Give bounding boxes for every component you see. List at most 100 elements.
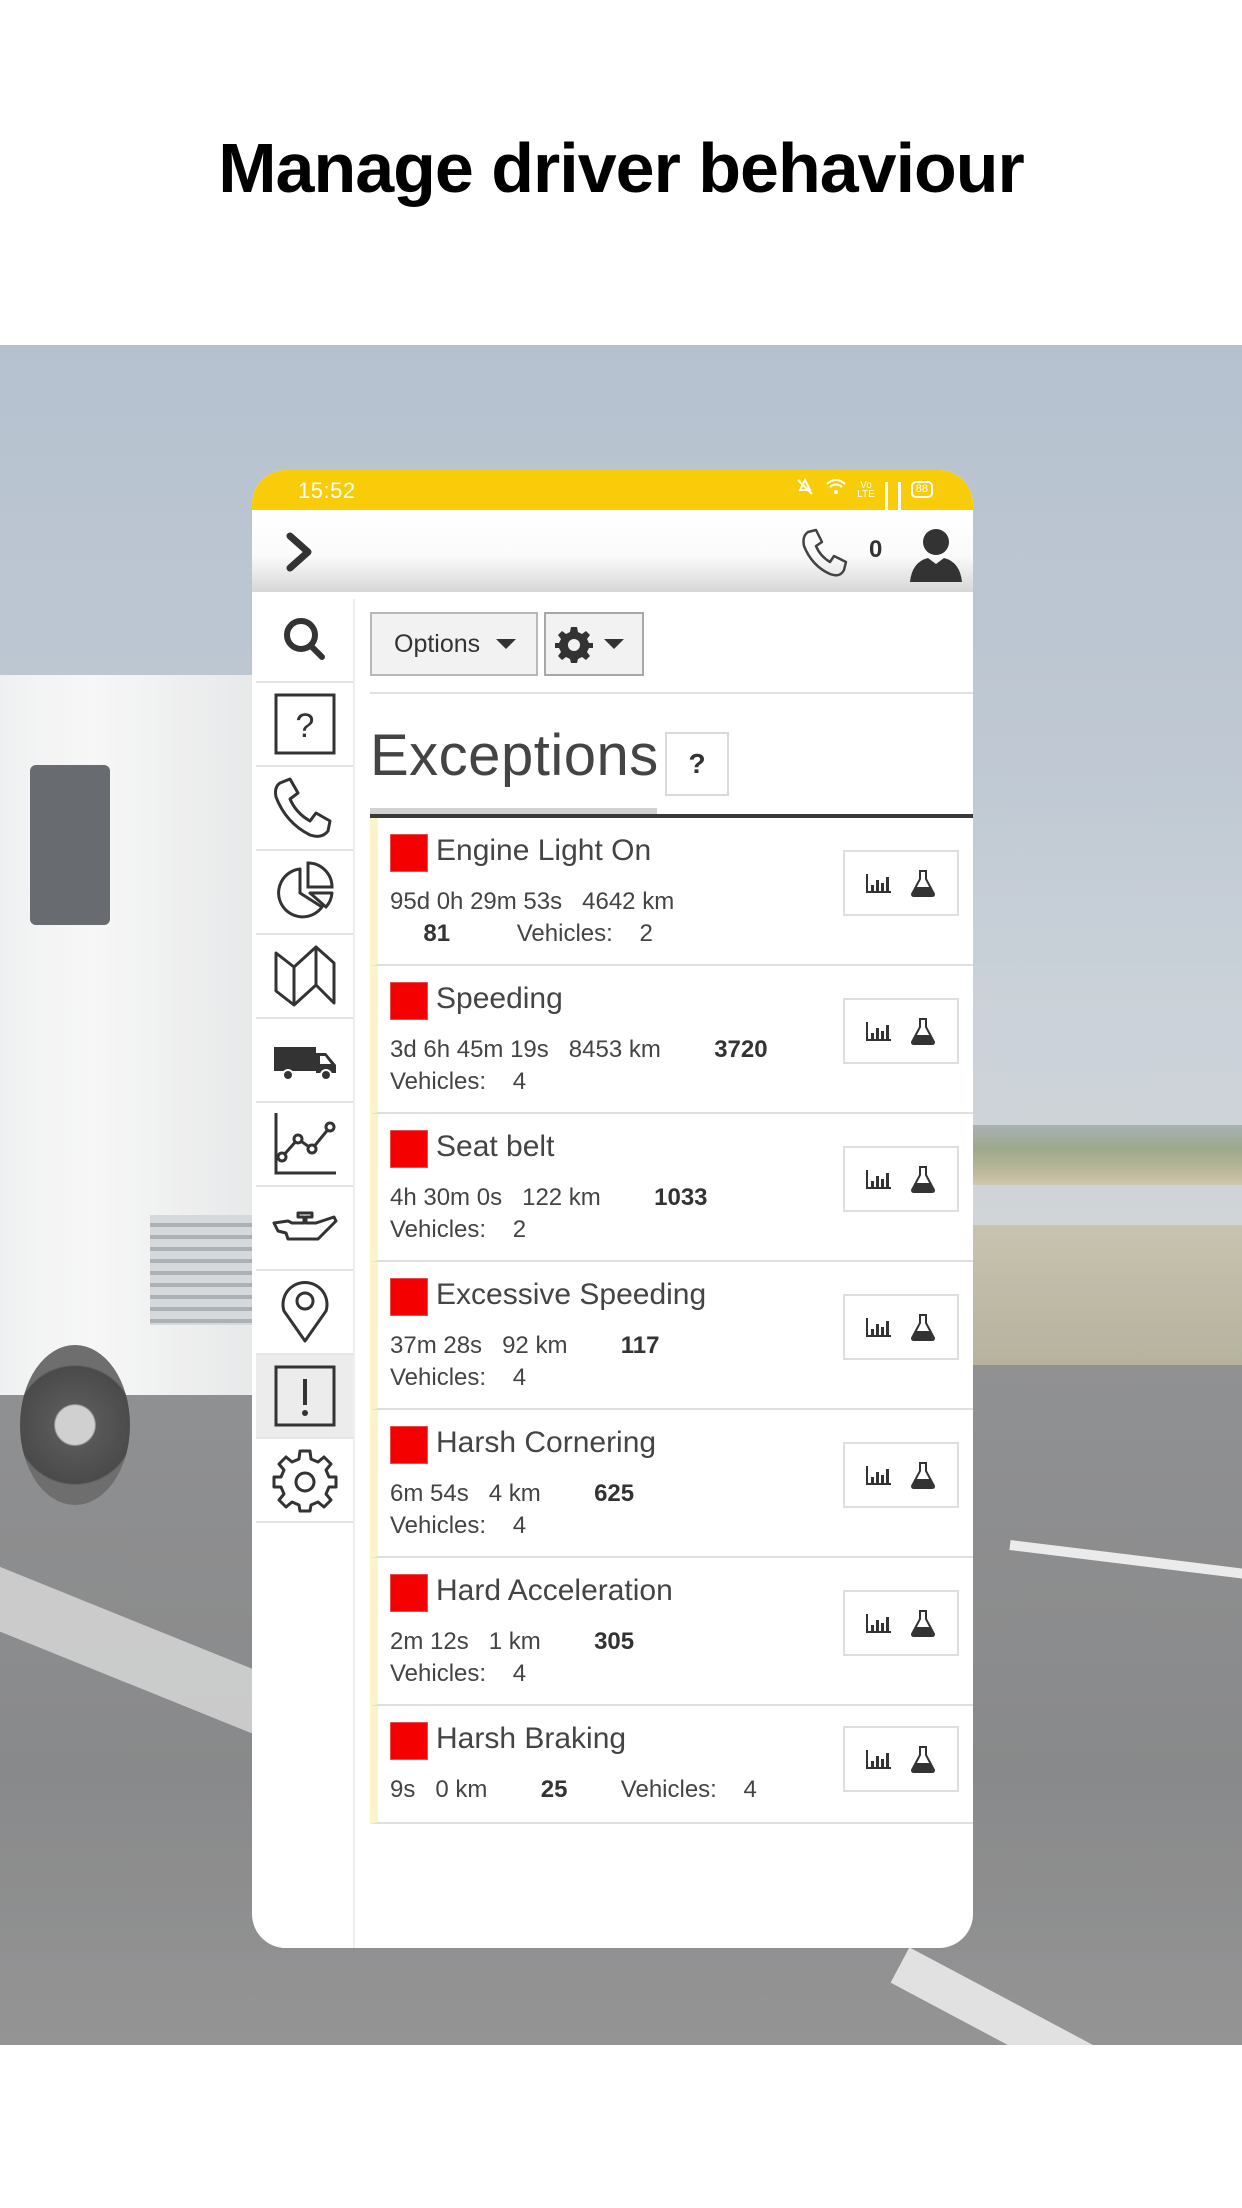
vehicles-count: 4 [512, 1068, 527, 1095]
bar-chart-icon[interactable] [864, 1460, 894, 1490]
exception-distance: 4642 km [582, 888, 675, 915]
exception-distance: 1 km [488, 1628, 541, 1655]
exception-actions [843, 1590, 959, 1656]
bar-chart-icon[interactable] [864, 1164, 894, 1194]
exception-distance: 4 km [488, 1480, 541, 1507]
oil-can-icon [272, 1211, 337, 1241]
headline: Manage driver behaviour [218, 129, 1025, 207]
exception-actions [843, 1726, 959, 1792]
exception-row[interactable]: Excessive Speeding 37m 28s 92 km 117 Veh… [370, 1262, 973, 1410]
phone-screen: 15:52 Vo LTE 88 0 ? Options Exceptions ?… [252, 470, 973, 1948]
exception-duration: 4h 30m 0s [390, 1184, 503, 1211]
flask-icon[interactable] [908, 1164, 938, 1194]
vehicles-count: 4 [512, 1512, 527, 1539]
exception-duration: 3d 6h 45m 19s [390, 1036, 549, 1063]
exception-row[interactable]: Harsh Braking 9s 0 km 25 Vehicles: 4 [370, 1706, 973, 1824]
exception-row[interactable]: Seat belt 4h 30m 0s 122 km 1033 Vehicles… [370, 1114, 973, 1262]
help-icon: ? [274, 693, 335, 755]
help-button[interactable]: ? [665, 732, 729, 796]
exceptions-list: Engine Light On 95d 0h 29m 53s 4642 km 8… [370, 818, 973, 1824]
exception-row[interactable]: Speeding 3d 6h 45m 19s 8453 km 3720 Vehi… [370, 966, 973, 1114]
exception-row[interactable]: Engine Light On 95d 0h 29m 53s 4642 km 8… [370, 818, 973, 966]
exception-color-swatch [390, 982, 428, 1020]
exception-duration: 2m 12s [390, 1628, 469, 1655]
chevron-right-icon[interactable] [280, 530, 320, 574]
exception-name: Speeding [436, 982, 563, 1015]
exception-row[interactable]: Harsh Cornering 6m 54s 4 km 625 Vehicles… [370, 1410, 973, 1558]
divider [370, 692, 973, 694]
exception-actions [843, 1442, 959, 1508]
exception-duration: 95d 0h 29m 53s [390, 888, 563, 915]
exception-actions [843, 998, 959, 1064]
flask-icon[interactable] [908, 1608, 938, 1638]
map-icon [274, 945, 335, 1007]
wifi-icon [825, 478, 847, 501]
sidebar-item-phone[interactable] [256, 767, 353, 851]
sidebar-item-exceptions[interactable] [256, 1355, 353, 1439]
pie-chart-icon [276, 861, 334, 919]
exception-name: Excessive Speeding [436, 1278, 707, 1311]
settings-icon [272, 1449, 337, 1513]
exception-name: Engine Light On [436, 834, 652, 867]
exception-count: 305 [594, 1628, 635, 1655]
bar-chart-icon[interactable] [864, 1608, 894, 1638]
call-count: 0 [869, 536, 883, 563]
page-title: Exceptions [370, 723, 659, 788]
app-bar: 0 [252, 510, 973, 592]
sidebar-item-places[interactable] [256, 1271, 353, 1355]
sidebar-item-help[interactable]: ? [256, 683, 353, 767]
vehicles-label: Vehicles: [390, 1216, 487, 1243]
flask-icon[interactable] [908, 868, 938, 898]
settings-dropdown-button[interactable] [544, 612, 644, 676]
vehicles-count: 4 [512, 1660, 527, 1687]
sidebar-item-maintenance[interactable] [256, 1187, 353, 1271]
bar-chart-icon[interactable] [864, 1016, 894, 1046]
exception-color-swatch [390, 1278, 428, 1316]
bar-chart-icon[interactable] [864, 1744, 894, 1774]
toolbar: Options [370, 612, 644, 676]
sidebar-item-vehicles[interactable] [256, 1019, 353, 1103]
vehicles-label: Vehicles: [390, 1068, 487, 1095]
exception-duration: 37m 28s [390, 1332, 483, 1359]
exception-distance: 122 km [522, 1184, 601, 1211]
flask-icon[interactable] [908, 1460, 938, 1490]
exception-actions [843, 850, 959, 916]
vehicles-label: Vehicles: [620, 1776, 717, 1803]
options-label: Options [394, 629, 481, 658]
truck-icon [273, 1047, 336, 1081]
vehicles-label: Vehicles: [390, 1660, 487, 1687]
flask-icon[interactable] [908, 1744, 938, 1774]
status-time: 15:52 [298, 478, 356, 503]
sidebar: ? [256, 599, 355, 1948]
phone-icon[interactable] [796, 526, 852, 582]
exception-name: Harsh Braking [436, 1722, 627, 1755]
flask-icon[interactable] [908, 1312, 938, 1342]
location-pin-icon [281, 1280, 328, 1343]
exception-count: 25 [540, 1776, 568, 1803]
exception-actions [843, 1294, 959, 1360]
exception-actions [843, 1146, 959, 1212]
exception-color-swatch [390, 834, 428, 872]
exception-name: Seat belt [436, 1130, 555, 1163]
exceptions-icon [274, 1365, 335, 1427]
sidebar-item-charts[interactable] [256, 1103, 353, 1187]
exception-row[interactable]: Hard Acceleration 2m 12s 1 km 305 Vehicl… [370, 1558, 973, 1706]
flask-icon[interactable] [908, 1016, 938, 1046]
exception-distance: 0 km [435, 1776, 488, 1803]
bar-chart-icon[interactable] [864, 1312, 894, 1342]
volte-icon: Vo LTE [857, 479, 875, 500]
user-icon[interactable] [908, 524, 964, 584]
vehicles-count: 4 [743, 1776, 757, 1803]
main-content: Options Exceptions ? Engine Light On 95d… [365, 592, 973, 1948]
exception-color-swatch [390, 1426, 428, 1464]
options-dropdown-button[interactable]: Options [370, 612, 538, 676]
exception-count: 3720 [714, 1036, 768, 1063]
sidebar-item-search[interactable] [256, 599, 353, 683]
vehicles-count: 2 [512, 1216, 527, 1243]
sidebar-item-map[interactable] [256, 935, 353, 1019]
sidebar-item-settings[interactable] [256, 1439, 353, 1523]
vehicles-count: 4 [512, 1364, 527, 1391]
exception-duration: 9s [390, 1776, 416, 1803]
sidebar-item-reports[interactable] [256, 851, 353, 935]
bar-chart-icon[interactable] [864, 868, 894, 898]
